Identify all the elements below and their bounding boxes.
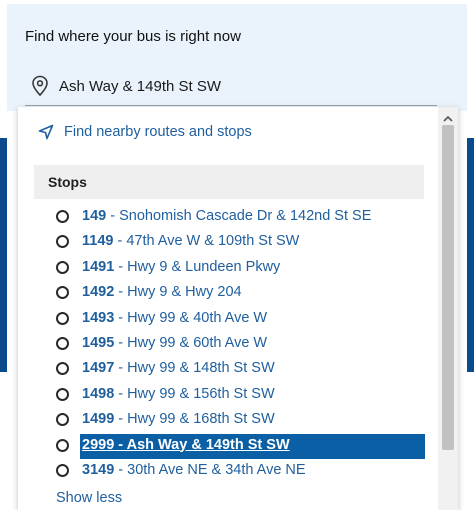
stop-label: 1493 - Hwy 99 & 40th Ave W [82, 310, 267, 326]
stop-name: - Hwy 99 & 168th St SW [114, 411, 275, 428]
stop-name: - Ash Way & 149th St SW [114, 436, 290, 453]
autocomplete-dropdown: Find nearby routes and stops Stops 149 -… [18, 107, 458, 510]
stop-number: 1497 [82, 360, 115, 377]
stop-name: - Hwy 99 & 148th St SW [114, 360, 275, 377]
stop-item[interactable]: 149 - Snohomish Cascade Dr & 142nd St SE [34, 205, 426, 230]
stop-item[interactable]: 1493 - Hwy 99 & 40th Ave W [34, 307, 426, 332]
radio-circle-icon[interactable] [56, 286, 69, 300]
radio-circle-icon[interactable] [56, 413, 69, 427]
chevron-up-icon[interactable] [442, 111, 454, 122]
stop-name: - Hwy 9 & Lundeen Pkwy [114, 258, 281, 275]
radio-circle-icon[interactable] [56, 210, 69, 223]
location-arrow-icon [38, 124, 54, 140]
stop-label: 1495 - Hwy 99 & 60th Ave W [82, 335, 267, 351]
map-pin-icon [31, 75, 49, 97]
finder-header: Find where your bus is right now Ash Way… [7, 4, 467, 111]
stop-item[interactable]: 1498 - Hwy 99 & 156th St SW [34, 383, 426, 408]
dropdown-scrollbar[interactable] [438, 107, 458, 510]
stop-list: 149 - Snohomish Cascade Dr & 142nd St SE… [34, 205, 426, 484]
stop-number: 1498 [82, 385, 115, 402]
radio-circle-icon[interactable] [56, 438, 69, 452]
stop-label: 3149 - 30th Ave NE & 34th Ave NE [82, 462, 306, 478]
radio-circle-icon[interactable] [56, 362, 69, 376]
stop-item[interactable]: 2999 - Ash Way & 149th St SW [34, 433, 426, 459]
radio-circle-icon[interactable] [56, 260, 69, 274]
stop-number: 1492 [82, 284, 115, 301]
stop-item[interactable]: 1491 - Hwy 9 & Lundeen Pkwy [34, 256, 426, 281]
radio-circle-icon[interactable] [56, 235, 69, 249]
find-nearby-label: Find nearby routes and stops [64, 124, 252, 140]
stop-name: - Hwy 99 & 156th St SW [114, 385, 275, 402]
stop-name: - Hwy 9 & Hwy 204 [114, 284, 242, 301]
stop-number: 149 [82, 208, 107, 224]
stop-label: 2999 - Ash Way & 149th St SW [82, 437, 290, 453]
stop-number: 3149 [82, 461, 115, 478]
show-less-link[interactable]: Show less [56, 490, 122, 506]
stop-item[interactable]: 1497 - Hwy 99 & 148th St SW [34, 357, 426, 382]
stop-number: 1491 [82, 258, 115, 275]
stops-section-header: Stops [34, 165, 424, 199]
stop-label: 1491 - Hwy 9 & Lundeen Pkwy [82, 259, 280, 275]
stop-number: 1493 [82, 309, 115, 326]
stop-number: 1499 [82, 411, 115, 428]
stop-name: - 30th Ave NE & 34th Ave NE [114, 461, 306, 478]
stop-label: 1492 - Hwy 9 & Hwy 204 [82, 284, 242, 300]
stops-section-title: Stops [48, 174, 87, 190]
stop-label: 1497 - Hwy 99 & 148th St SW [82, 360, 275, 376]
stop-number: 2999 [82, 436, 115, 453]
scroll-thumb[interactable] [442, 125, 454, 450]
stop-number: 1495 [82, 334, 115, 351]
stop-item[interactable]: 1492 - Hwy 9 & Hwy 204 [34, 281, 426, 306]
stop-search-input[interactable]: Ash Way & 149th St SW [25, 70, 437, 106]
stop-item[interactable]: 3149 - 30th Ave NE & 34th Ave NE [34, 459, 426, 484]
stop-label: 149 - Snohomish Cascade Dr & 142nd St SE [82, 208, 371, 224]
stop-item[interactable]: 1499 - Hwy 99 & 168th St SW [34, 408, 426, 433]
finder-title: Find where your bus is right now [25, 28, 241, 45]
stop-item[interactable]: 1149 - 47th Ave W & 109th St SW [34, 230, 426, 255]
stop-name: - 47th Ave W & 109th St SW [113, 233, 300, 250]
stop-name: - Snohomish Cascade Dr & 142nd St SE [106, 208, 372, 224]
stop-label: 1498 - Hwy 99 & 156th St SW [82, 386, 275, 402]
radio-circle-icon[interactable] [56, 387, 69, 401]
stop-item[interactable]: 1495 - Hwy 99 & 60th Ave W [34, 332, 426, 357]
radio-circle-icon[interactable] [56, 463, 69, 477]
stop-number: 1149 [82, 233, 114, 250]
radio-circle-icon[interactable] [56, 336, 69, 350]
radio-circle-icon[interactable] [56, 311, 69, 325]
stop-label: 1499 - Hwy 99 & 168th St SW [82, 411, 275, 427]
stop-name: - Hwy 99 & 60th Ave W [114, 334, 268, 351]
stop-name: - Hwy 99 & 40th Ave W [114, 309, 268, 326]
find-nearby-link[interactable]: Find nearby routes and stops [38, 121, 252, 143]
search-value: Ash Way & 149th St SW [59, 78, 222, 95]
stop-label: 1149 - 47th Ave W & 109th St SW [82, 233, 299, 249]
